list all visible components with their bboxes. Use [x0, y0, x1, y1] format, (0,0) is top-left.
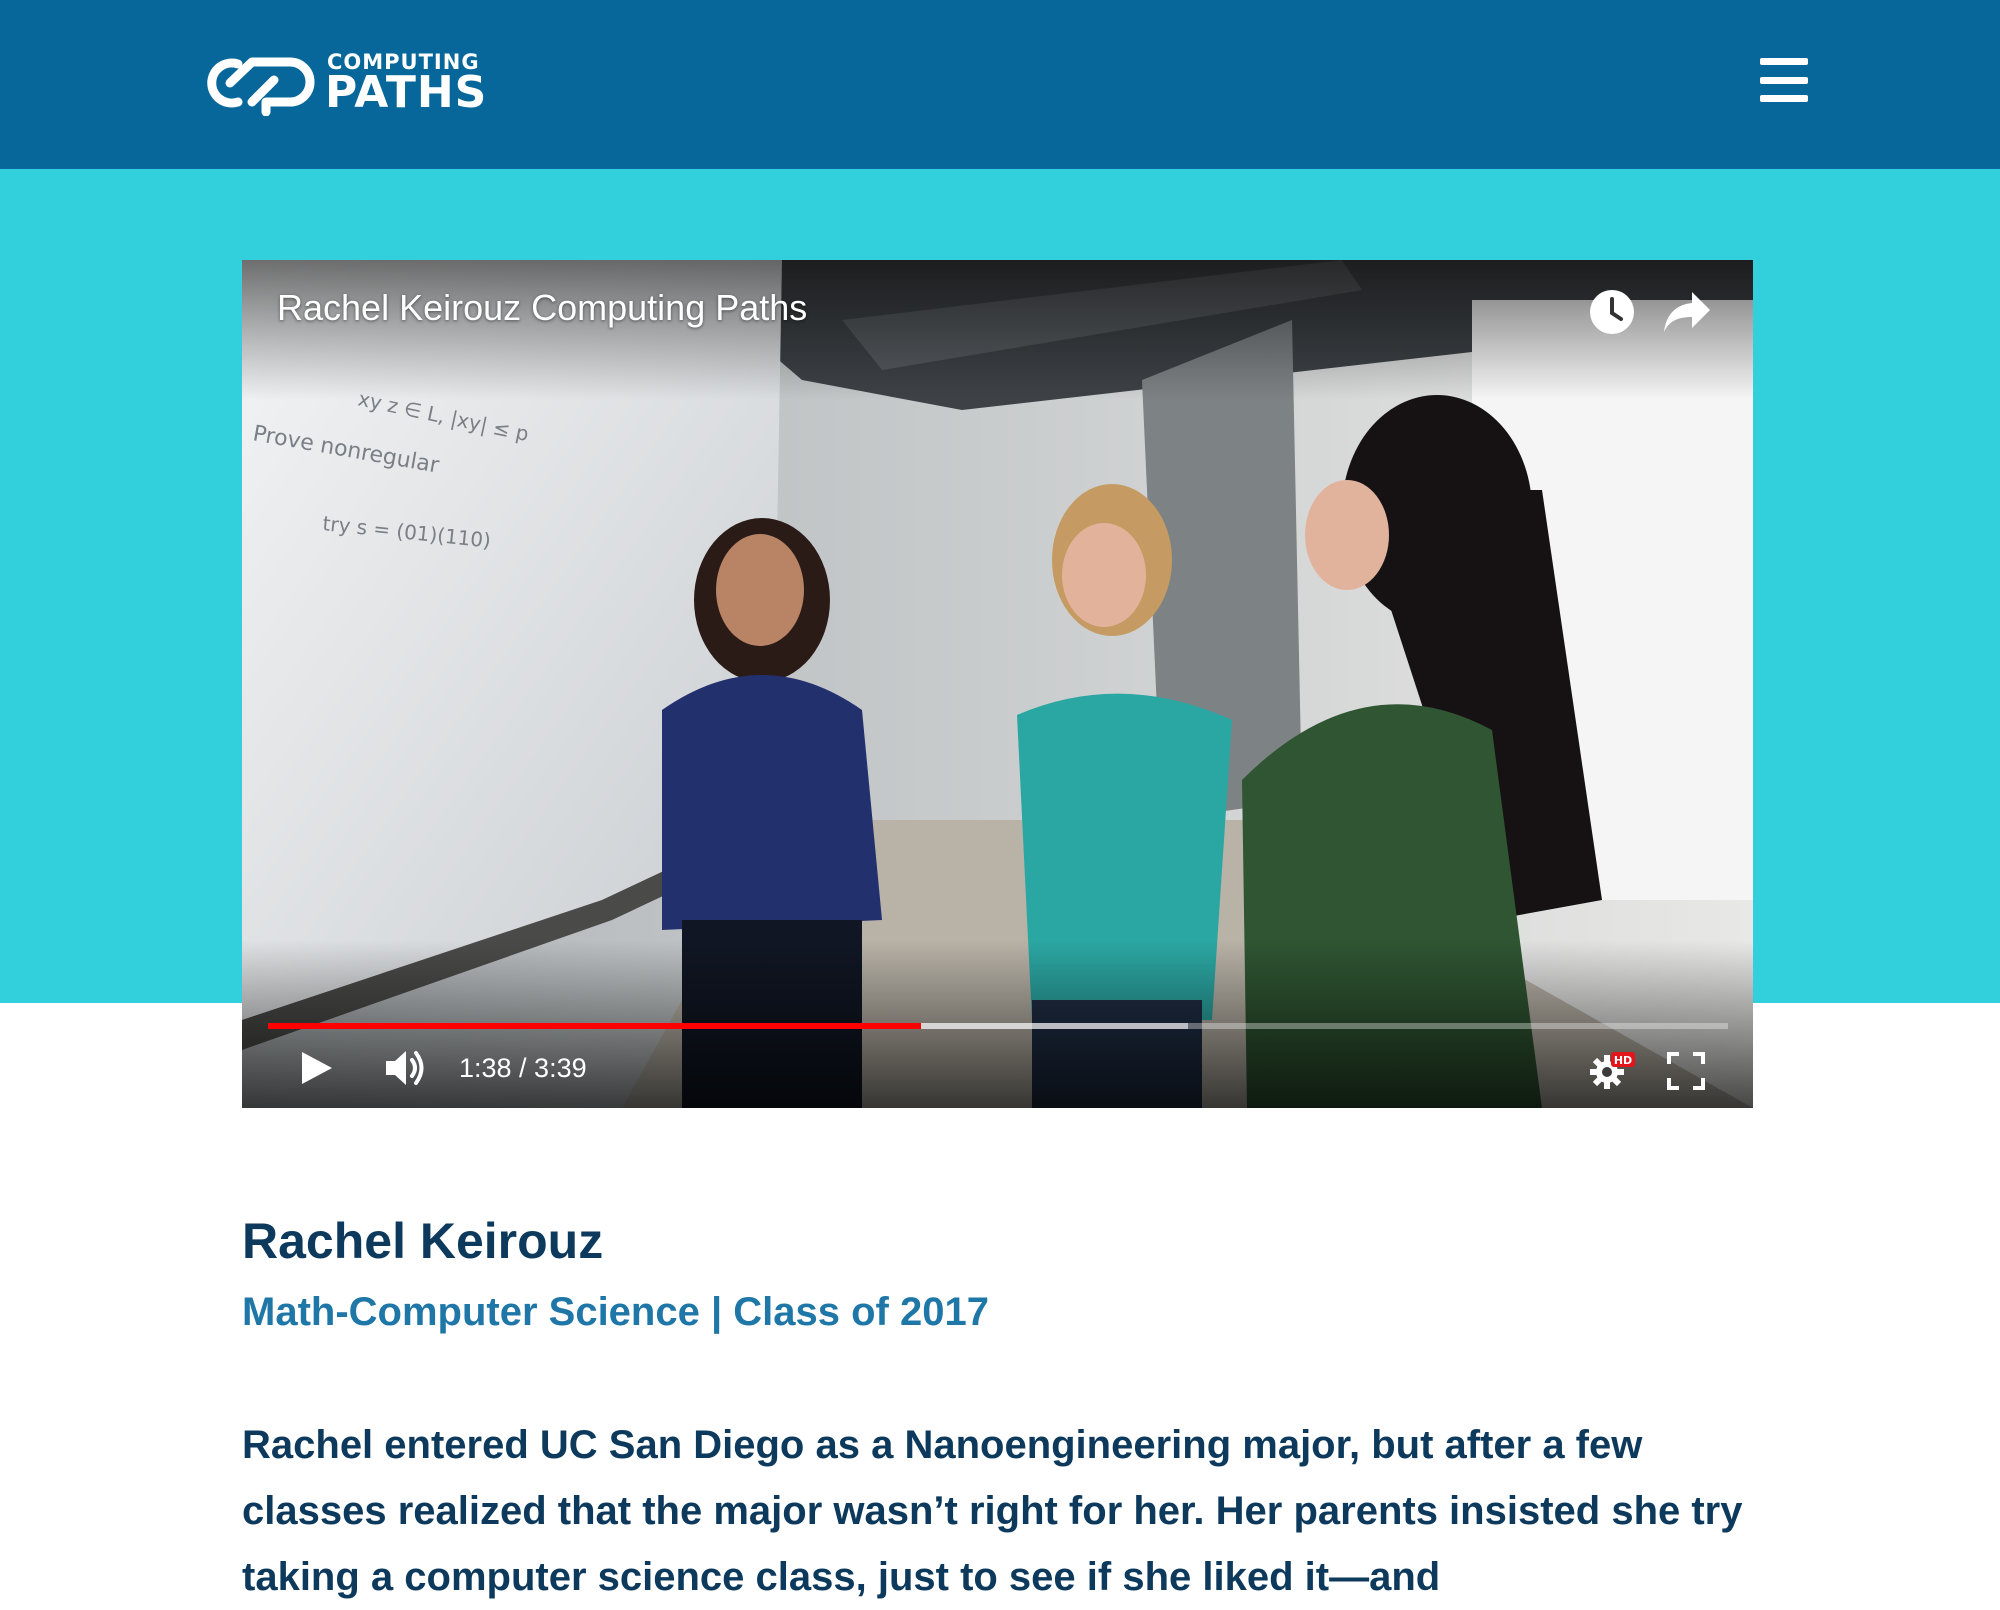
- logo-mark-icon: [207, 57, 315, 116]
- clock-icon[interactable]: [1588, 288, 1636, 336]
- video-frame: Prove nonregular xy z ∈ L, |xy| ≤ p try …: [242, 260, 1753, 1108]
- site-header: COMPUTING PATHS: [0, 0, 2000, 169]
- video-title[interactable]: Rachel Keirouz Computing Paths: [277, 287, 807, 329]
- profile-major-class: Math-Computer Science | Class of 2017: [242, 1290, 989, 1334]
- menu-bar: [1760, 76, 1808, 84]
- progress-played: [268, 1023, 921, 1029]
- menu-bar: [1760, 95, 1808, 102]
- logo-text-paths: PATHS: [325, 67, 488, 118]
- computing-paths-logo[interactable]: COMPUTING PATHS: [200, 50, 490, 116]
- profile-name: Rachel Keirouz: [242, 1213, 604, 1269]
- share-arrow-icon[interactable]: [1662, 290, 1712, 334]
- fullscreen-icon[interactable]: [1667, 1052, 1705, 1090]
- time-display: 1:38 / 3:39: [459, 1053, 587, 1083]
- video-player[interactable]: Prove nonregular xy z ∈ L, |xy| ≤ p try …: [242, 260, 1753, 1108]
- play-icon[interactable]: [300, 1050, 334, 1086]
- volume-icon[interactable]: [384, 1048, 428, 1088]
- hamburger-menu-icon[interactable]: [1760, 58, 1808, 102]
- gear-icon[interactable]: HD: [1587, 1050, 1637, 1090]
- profile-bio: Rachel entered UC San Diego as a Nanoeng…: [242, 1423, 1743, 1599]
- hd-badge: HD: [1614, 1054, 1632, 1067]
- menu-bar: [1760, 58, 1808, 65]
- progress-bar[interactable]: [268, 1023, 1728, 1029]
